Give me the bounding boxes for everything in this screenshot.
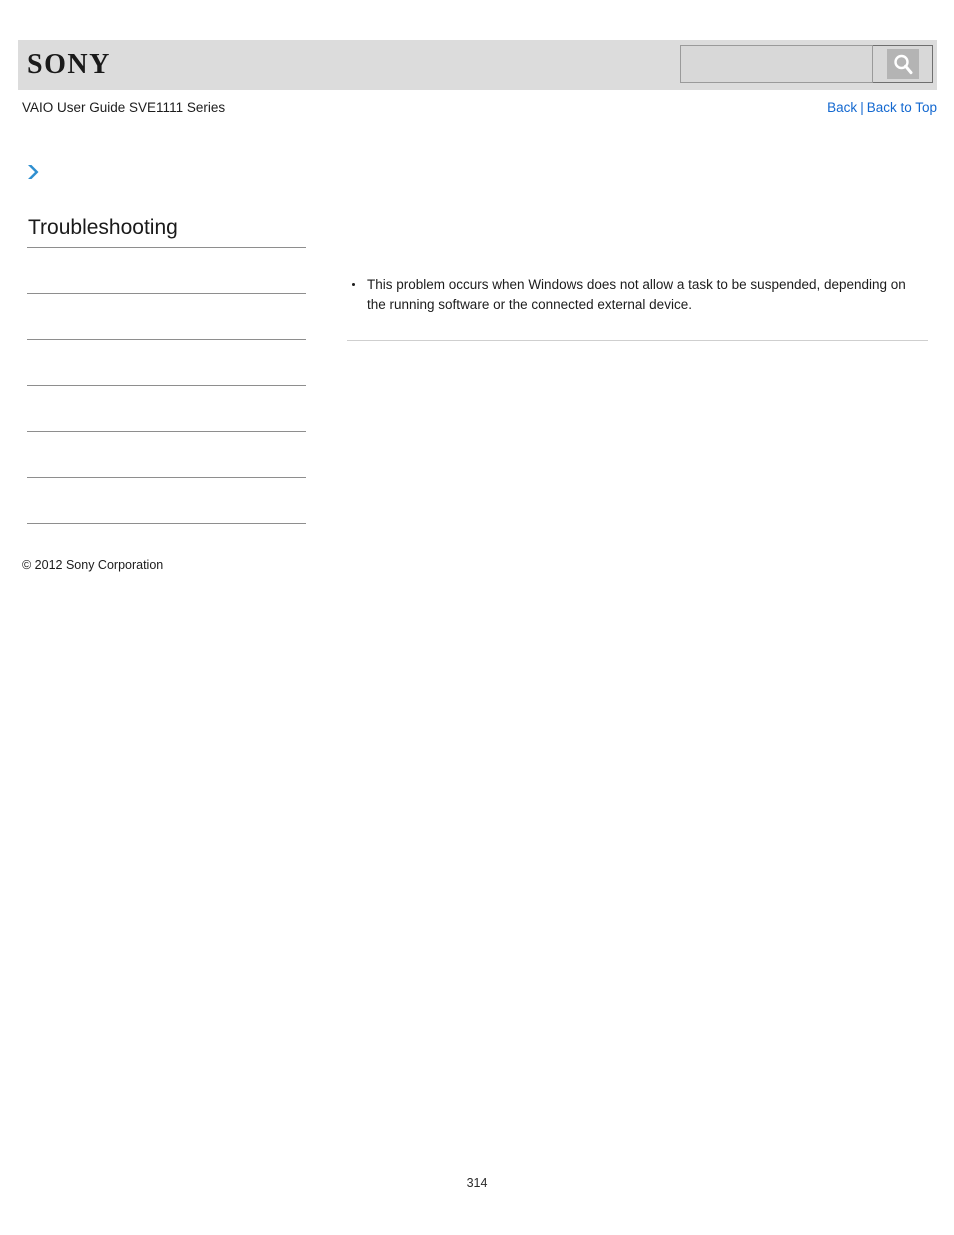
content-divider <box>347 340 928 341</box>
sidebar-divider <box>27 523 306 524</box>
search-button[interactable] <box>873 45 933 83</box>
blue-chevron-right-icon <box>24 162 44 182</box>
copyright-notice: © 2012 Sony Corporation <box>22 558 164 572</box>
back-to-top-link[interactable]: Back to Top <box>867 100 937 115</box>
main-content: This problem occurs when Windows does no… <box>347 275 928 341</box>
sidebar-item-4[interactable] <box>27 386 306 431</box>
page-title: VAIO User Guide SVE1111 Series <box>22 100 226 115</box>
site-header: SONY <box>18 40 937 90</box>
search-area <box>680 45 933 83</box>
sidebar-item-5[interactable] <box>27 432 306 477</box>
search-input[interactable] <box>680 45 873 83</box>
sidebar-heading: Troubleshooting <box>28 216 178 239</box>
header-nav-links: Back | Back to Top <box>827 100 937 115</box>
page-number: 314 <box>466 1176 488 1190</box>
guide-title-row: VAIO User Guide SVE1111 Series Back | Back… <box>18 100 937 122</box>
content-bullet-list: This problem occurs when Windows does no… <box>347 275 928 315</box>
list-item: This problem occurs when Windows does no… <box>347 275 928 315</box>
sidebar-item-3[interactable] <box>27 340 306 385</box>
sony-logo: SONY <box>27 49 111 80</box>
sidebar-item-6[interactable] <box>27 478 306 523</box>
sidebar: Troubleshooting <box>27 215 306 524</box>
sidebar-item-2[interactable] <box>27 294 306 339</box>
sidebar-item-1[interactable] <box>27 248 306 293</box>
back-link[interactable]: Back <box>827 100 857 115</box>
link-separator: | <box>860 100 864 115</box>
search-icon <box>886 49 919 79</box>
